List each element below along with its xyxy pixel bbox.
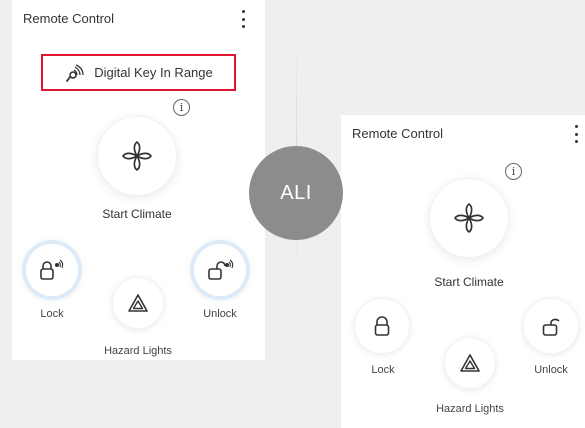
hazard-lights-label: Hazard Lights — [436, 403, 504, 415]
hazard-lights-button[interactable] — [112, 277, 164, 329]
lock-label: Lock — [40, 308, 64, 320]
unlock-label: Unlock — [534, 364, 568, 376]
unlock-with-signal-icon — [208, 259, 234, 280]
signal-waves-icon — [54, 259, 64, 269]
lock-button[interactable] — [354, 298, 410, 354]
digital-key-label: Digital Key In Range — [94, 65, 213, 80]
digital-key-signal-icon — [66, 63, 84, 82]
unlock-button[interactable] — [190, 240, 250, 300]
start-climate-label: Start Climate — [434, 275, 504, 289]
hazard-icon — [128, 294, 148, 312]
hazard-lights-label: Hazard Lights — [104, 345, 172, 357]
unlock-icon — [542, 318, 560, 336]
kebab-menu-icon[interactable] — [571, 125, 581, 143]
info-icon[interactable]: i — [505, 163, 522, 180]
hazard-icon — [460, 354, 480, 372]
start-climate-button[interactable] — [429, 178, 509, 258]
fan-icon — [454, 203, 484, 233]
panel-title: Remote Control — [352, 126, 444, 141]
lock-with-signal-icon — [40, 259, 64, 280]
panel-title: Remote Control — [23, 11, 115, 26]
fan-icon — [122, 141, 152, 171]
start-climate-label: Start Climate — [102, 207, 172, 221]
ali-badge: ALI — [249, 146, 343, 240]
info-icon[interactable]: i — [173, 99, 190, 116]
remote-control-panel-left: Remote Control Digital Key In Range i St… — [12, 0, 265, 360]
digital-key-banner: Digital Key In Range — [41, 54, 236, 91]
kebab-menu-icon[interactable] — [238, 10, 248, 28]
hazard-lights-button[interactable] — [444, 337, 496, 389]
remote-control-panel-right: Remote Control i Start Climate Lock Haza… — [341, 115, 585, 428]
lock-label: Lock — [371, 364, 395, 376]
lock-icon — [374, 316, 390, 336]
lock-button[interactable] — [22, 240, 82, 300]
start-climate-button[interactable] — [97, 116, 177, 196]
unlock-label: Unlock — [203, 308, 237, 320]
unlock-button[interactable] — [523, 298, 579, 354]
